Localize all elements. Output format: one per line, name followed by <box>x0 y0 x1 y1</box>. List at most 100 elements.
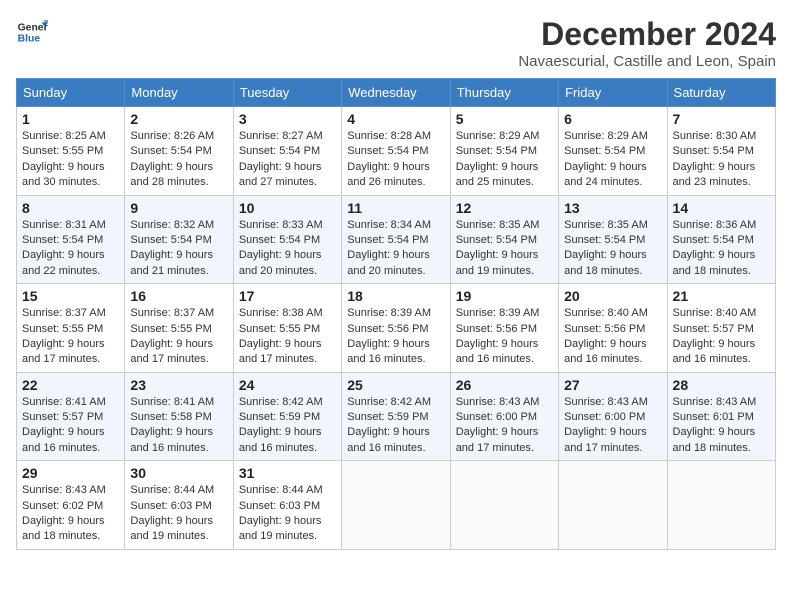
day-number: 10 <box>239 200 336 216</box>
header-wednesday: Wednesday <box>342 79 450 107</box>
calendar-body: 1Sunrise: 8:25 AMSunset: 5:55 PMDaylight… <box>17 107 776 550</box>
logo: General Blue <box>16 16 48 48</box>
day-info: Sunrise: 8:40 AMSunset: 5:56 PMDaylight:… <box>564 306 661 368</box>
day-info: Sunrise: 8:28 AMSunset: 5:54 PMDaylight:… <box>347 129 444 191</box>
day-number: 17 <box>239 288 336 304</box>
calendar-cell <box>559 461 667 550</box>
day-number: 4 <box>347 111 444 127</box>
day-info: Sunrise: 8:27 AMSunset: 5:54 PMDaylight:… <box>239 129 336 191</box>
calendar-week-row: 8Sunrise: 8:31 AMSunset: 5:54 PMDaylight… <box>17 195 776 284</box>
calendar-cell: 11 Sunrise: 8:34 AMSunset: 5:54 PMDayligh… <box>342 195 450 284</box>
calendar-cell: 14 Sunrise: 8:36 AMSunset: 5:54 PMDayligh… <box>667 195 775 284</box>
day-number: 12 <box>456 200 553 216</box>
header-sunday: Sunday <box>17 79 125 107</box>
day-number: 5 <box>456 111 553 127</box>
day-number: 15 <box>22 288 119 304</box>
day-info: Sunrise: 8:34 AMSunset: 5:54 PMDaylight:… <box>347 218 444 280</box>
calendar-cell <box>667 461 775 550</box>
day-number: 22 <box>22 377 119 393</box>
day-info: Sunrise: 8:44 AMSunset: 6:03 PMDaylight:… <box>239 483 336 545</box>
calendar-cell: 31 Sunrise: 8:44 AMSunset: 6:03 PMDayligh… <box>233 461 341 550</box>
calendar-cell: 28 Sunrise: 8:43 AMSunset: 6:01 PMDayligh… <box>667 372 775 461</box>
calendar-table: Sunday Monday Tuesday Wednesday Thursday… <box>16 78 776 550</box>
day-info: Sunrise: 8:39 AMSunset: 5:56 PMDaylight:… <box>347 306 444 368</box>
calendar-cell: 25 Sunrise: 8:42 AMSunset: 5:59 PMDayligh… <box>342 372 450 461</box>
title-area: December 2024 Navaescurial, Castille and… <box>518 16 776 70</box>
calendar-cell: 20 Sunrise: 8:40 AMSunset: 5:56 PMDayligh… <box>559 284 667 373</box>
calendar-cell: 19 Sunrise: 8:39 AMSunset: 5:56 PMDayligh… <box>450 284 558 373</box>
day-info: Sunrise: 8:36 AMSunset: 5:54 PMDaylight:… <box>673 218 770 280</box>
day-number: 19 <box>456 288 553 304</box>
calendar-cell: 13Sunrise: 8:35 AMSunset: 5:54 PMDayligh… <box>559 195 667 284</box>
header-saturday: Saturday <box>667 79 775 107</box>
day-number: 7 <box>673 111 770 127</box>
calendar-cell: 8Sunrise: 8:31 AMSunset: 5:54 PMDaylight… <box>17 195 125 284</box>
day-info: Sunrise: 8:35 AMSunset: 5:54 PMDaylight:… <box>564 218 661 280</box>
day-info: Sunrise: 8:40 AMSunset: 5:57 PMDaylight:… <box>673 306 770 368</box>
header-tuesday: Tuesday <box>233 79 341 107</box>
day-info: Sunrise: 8:32 AMSunset: 5:54 PMDaylight:… <box>130 218 227 280</box>
header-row: Sunday Monday Tuesday Wednesday Thursday… <box>17 79 776 107</box>
calendar-cell: 29Sunrise: 8:43 AMSunset: 6:02 PMDayligh… <box>17 461 125 550</box>
location-subtitle: Navaescurial, Castille and Leon, Spain <box>518 53 776 70</box>
day-info: Sunrise: 8:42 AMSunset: 5:59 PMDaylight:… <box>239 395 336 457</box>
day-info: Sunrise: 8:43 AMSunset: 6:02 PMDaylight:… <box>22 483 119 545</box>
day-info: Sunrise: 8:29 AMSunset: 5:54 PMDaylight:… <box>456 129 553 191</box>
day-number: 1 <box>22 111 119 127</box>
header-thursday: Thursday <box>450 79 558 107</box>
day-number: 28 <box>673 377 770 393</box>
day-number: 9 <box>130 200 227 216</box>
day-info: Sunrise: 8:37 AMSunset: 5:55 PMDaylight:… <box>22 306 119 368</box>
calendar-cell <box>450 461 558 550</box>
day-number: 31 <box>239 465 336 481</box>
calendar-week-row: 15 Sunrise: 8:37 AMSunset: 5:55 PMDayligh… <box>17 284 776 373</box>
day-info: Sunrise: 8:38 AMSunset: 5:55 PMDaylight:… <box>239 306 336 368</box>
header-monday: Monday <box>125 79 233 107</box>
day-number: 2 <box>130 111 227 127</box>
day-number: 14 <box>673 200 770 216</box>
day-number: 20 <box>564 288 661 304</box>
calendar-cell: 1Sunrise: 8:25 AMSunset: 5:55 PMDaylight… <box>17 107 125 196</box>
day-info: Sunrise: 8:42 AMSunset: 5:59 PMDaylight:… <box>347 395 444 457</box>
calendar-cell: 30Sunrise: 8:44 AMSunset: 6:03 PMDayligh… <box>125 461 233 550</box>
calendar-week-row: 1Sunrise: 8:25 AMSunset: 5:55 PMDaylight… <box>17 107 776 196</box>
calendar-header: Sunday Monday Tuesday Wednesday Thursday… <box>17 79 776 107</box>
day-number: 21 <box>673 288 770 304</box>
day-number: 6 <box>564 111 661 127</box>
day-number: 25 <box>347 377 444 393</box>
day-number: 16 <box>130 288 227 304</box>
calendar-cell: 26Sunrise: 8:43 AMSunset: 6:00 PMDayligh… <box>450 372 558 461</box>
day-info: Sunrise: 8:29 AMSunset: 5:54 PMDaylight:… <box>564 129 661 191</box>
calendar-cell: 5 Sunrise: 8:29 AMSunset: 5:54 PMDaylight… <box>450 107 558 196</box>
day-number: 18 <box>347 288 444 304</box>
calendar-cell: 2 Sunrise: 8:26 AMSunset: 5:54 PMDaylight… <box>125 107 233 196</box>
logo-icon: General Blue <box>16 16 48 48</box>
calendar-cell: 22 Sunrise: 8:41 AMSunset: 5:57 PMDayligh… <box>17 372 125 461</box>
day-number: 8 <box>22 200 119 216</box>
day-info: Sunrise: 8:41 AMSunset: 5:57 PMDaylight:… <box>22 395 119 457</box>
calendar-cell: 27Sunrise: 8:43 AMSunset: 6:00 PMDayligh… <box>559 372 667 461</box>
day-number: 30 <box>130 465 227 481</box>
day-info: Sunrise: 8:35 AMSunset: 5:54 PMDaylight:… <box>456 218 553 280</box>
day-info: Sunrise: 8:30 AMSunset: 5:54 PMDaylight:… <box>673 129 770 191</box>
calendar-week-row: 29Sunrise: 8:43 AMSunset: 6:02 PMDayligh… <box>17 461 776 550</box>
day-info: Sunrise: 8:43 AMSunset: 6:01 PMDaylight:… <box>673 395 770 457</box>
calendar-cell <box>342 461 450 550</box>
calendar-cell: 6 Sunrise: 8:29 AMSunset: 5:54 PMDaylight… <box>559 107 667 196</box>
day-number: 3 <box>239 111 336 127</box>
day-number: 23 <box>130 377 227 393</box>
calendar-cell: 4 Sunrise: 8:28 AMSunset: 5:54 PMDaylight… <box>342 107 450 196</box>
calendar-cell: 10Sunrise: 8:33 AMSunset: 5:54 PMDayligh… <box>233 195 341 284</box>
calendar-cell: 16 Sunrise: 8:37 AMSunset: 5:55 PMDayligh… <box>125 284 233 373</box>
day-info: Sunrise: 8:37 AMSunset: 5:55 PMDaylight:… <box>130 306 227 368</box>
day-info: Sunrise: 8:39 AMSunset: 5:56 PMDaylight:… <box>456 306 553 368</box>
calendar-cell: 24 Sunrise: 8:42 AMSunset: 5:59 PMDayligh… <box>233 372 341 461</box>
calendar-cell: 7 Sunrise: 8:30 AMSunset: 5:54 PMDaylight… <box>667 107 775 196</box>
day-info: Sunrise: 8:41 AMSunset: 5:58 PMDaylight:… <box>130 395 227 457</box>
day-info: Sunrise: 8:26 AMSunset: 5:54 PMDaylight:… <box>130 129 227 191</box>
day-number: 24 <box>239 377 336 393</box>
day-number: 27 <box>564 377 661 393</box>
day-number: 11 <box>347 200 444 216</box>
page-header: General Blue December 2024 Navaescurial,… <box>16 16 776 70</box>
calendar-cell: 17 Sunrise: 8:38 AMSunset: 5:55 PMDayligh… <box>233 284 341 373</box>
